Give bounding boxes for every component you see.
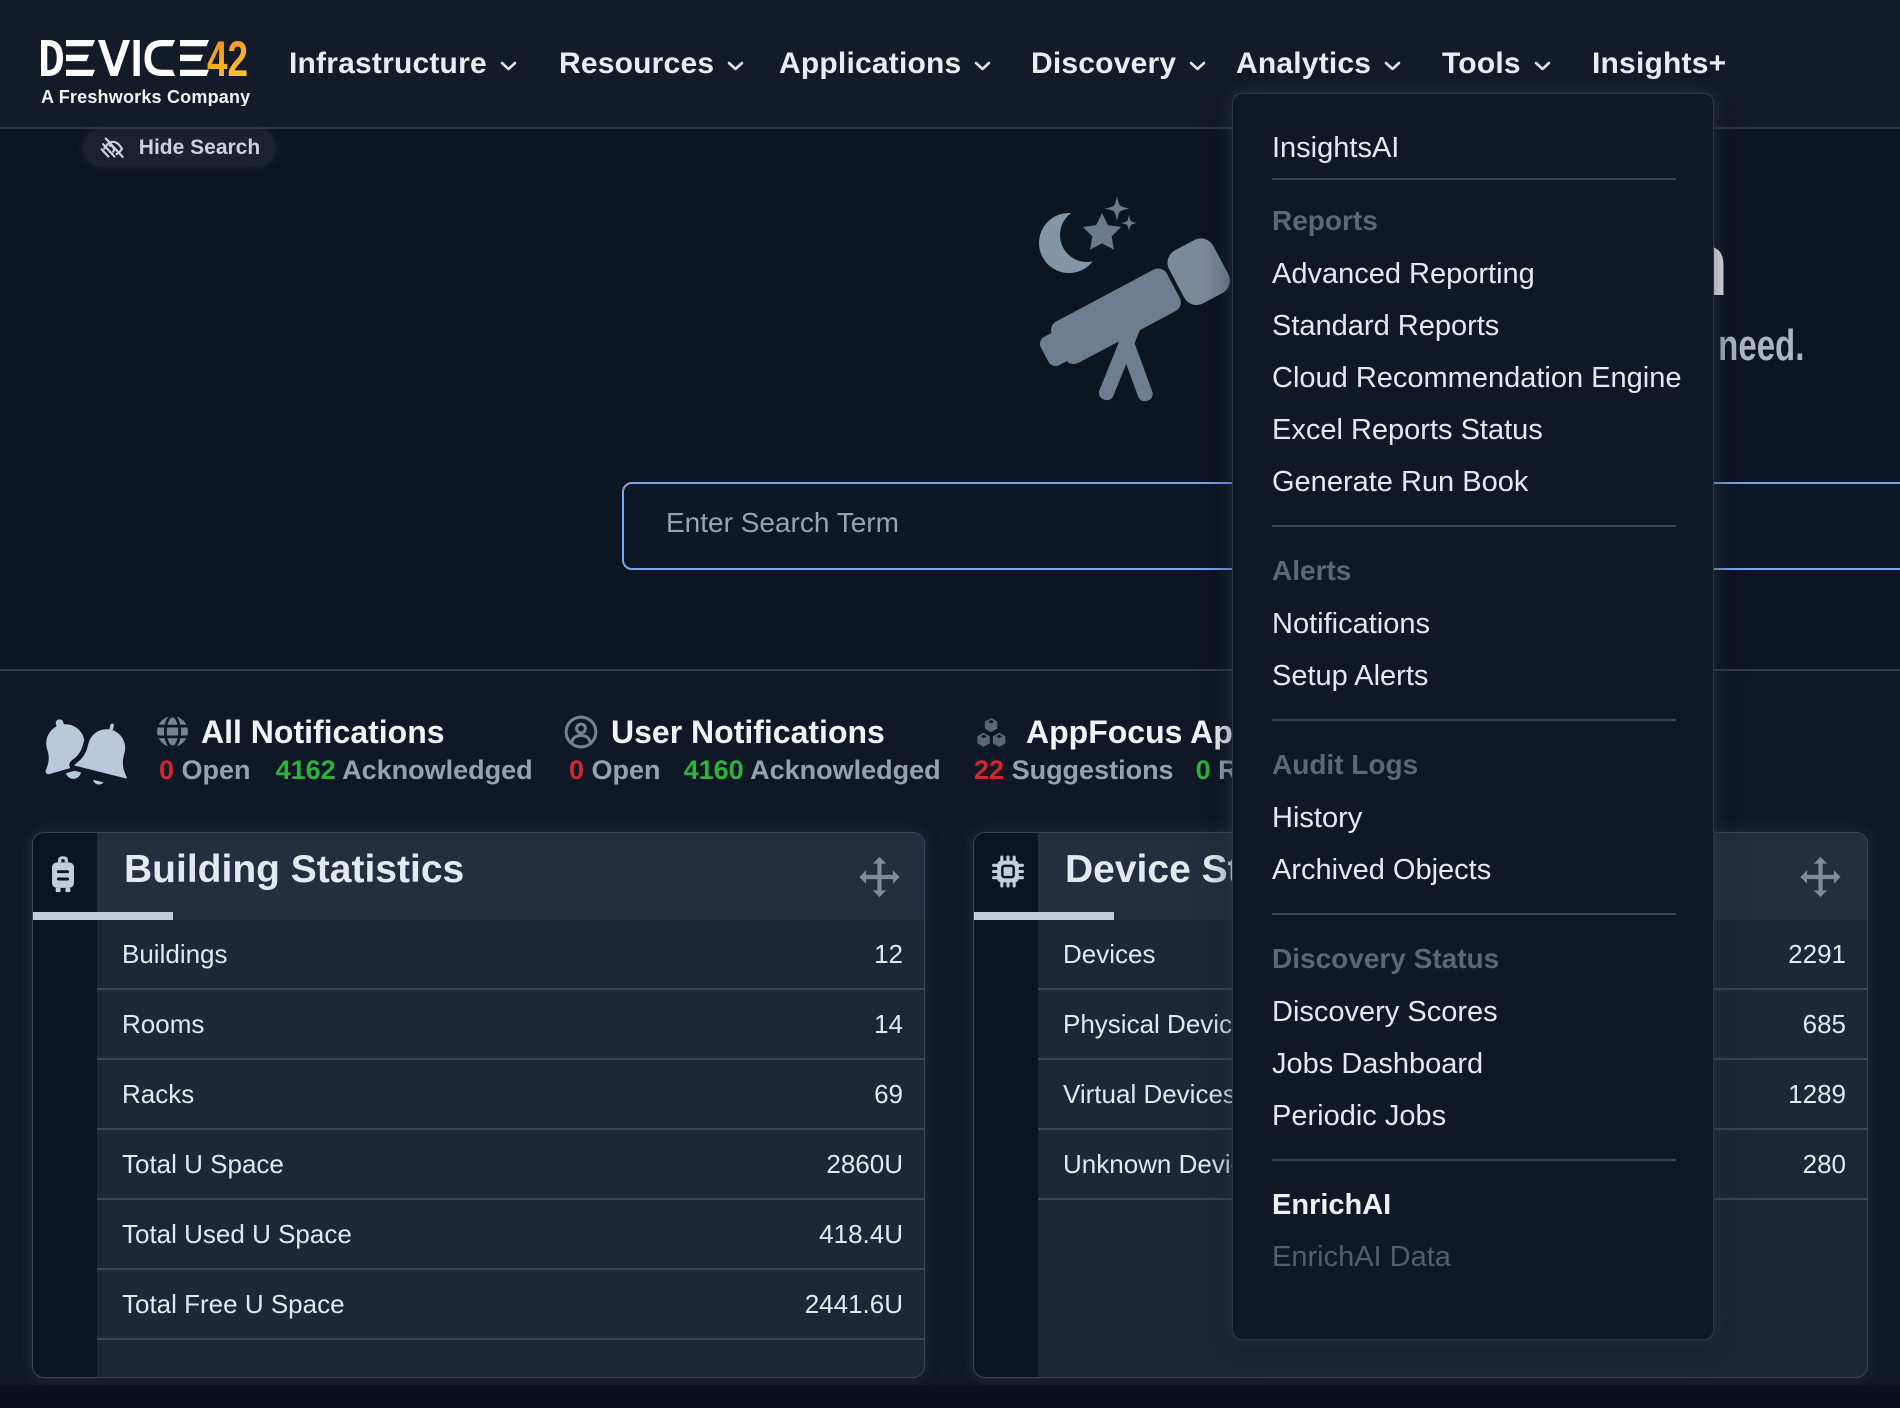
svg-text:42: 42 xyxy=(207,40,248,87)
svg-text:A Freshworks Company: A Freshworks Company xyxy=(41,87,250,106)
